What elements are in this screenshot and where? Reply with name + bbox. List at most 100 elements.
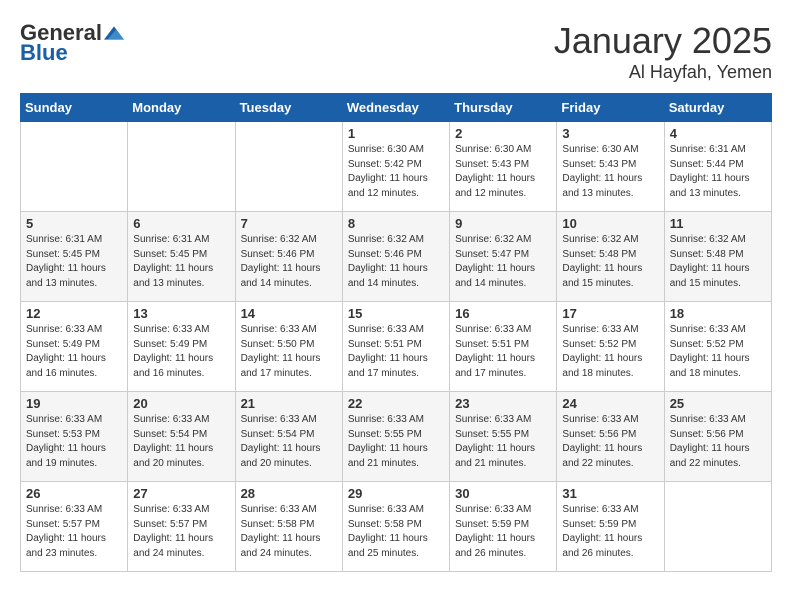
day-info: Sunrise: 6:32 AM Sunset: 5:47 PM Dayligh… <box>455 233 551 291</box>
day-info: Sunrise: 6:33 AM Sunset: 5:49 PM Dayligh… <box>26 323 122 381</box>
day-number: 15 <box>348 306 444 321</box>
day-cell: 5 Sunrise: 6:31 AM Sunset: 5:45 PM Daylig… <box>21 212 128 302</box>
day-info: Sunrise: 6:33 AM Sunset: 5:54 PM Dayligh… <box>241 413 337 471</box>
day-number: 13 <box>133 306 229 321</box>
day-info: Sunrise: 6:31 AM Sunset: 5:45 PM Dayligh… <box>133 233 229 291</box>
day-cell: 9Sunrise: 6:32 AM Sunset: 5:47 PM Daylig… <box>450 212 557 302</box>
day-cell: 18Sunrise: 6:33 AM Sunset: 5:52 PM Dayli… <box>664 302 771 392</box>
header-tuesday: Tuesday <box>235 94 342 122</box>
day-number: 28 <box>241 486 337 501</box>
header-saturday: Saturday <box>664 94 771 122</box>
day-cell: 25Sunrise: 6:33 AM Sunset: 5:56 PM Dayli… <box>664 392 771 482</box>
day-info: Sunrise: 6:33 AM Sunset: 5:54 PM Dayligh… <box>133 413 229 471</box>
day-info: Sunrise: 6:33 AM Sunset: 5:52 PM Dayligh… <box>670 323 766 381</box>
header-wednesday: Wednesday <box>342 94 449 122</box>
day-cell: 17Sunrise: 6:33 AM Sunset: 5:52 PM Dayli… <box>557 302 664 392</box>
day-cell: 11 Sunrise: 6:32 AM Sunset: 5:48 PM Dayli… <box>664 212 771 302</box>
month-title: January 2025 <box>554 20 772 62</box>
day-info: Sunrise: 6:33 AM Sunset: 5:56 PM Dayligh… <box>562 413 658 471</box>
day-info: Sunrise: 6:33 AM Sunset: 5:55 PM Dayligh… <box>348 413 444 471</box>
day-number: 29 <box>348 486 444 501</box>
day-info: Sunrise: 6:32 AM Sunset: 5:46 PM Dayligh… <box>348 233 444 291</box>
day-cell: 30 Sunrise: 6:33 AM Sunset: 5:59 PM Dayli… <box>450 482 557 572</box>
location-title: Al Hayfah, Yemen <box>554 62 772 83</box>
day-cell <box>128 122 235 212</box>
day-cell: 14Sunrise: 6:33 AM Sunset: 5:50 PM Dayli… <box>235 302 342 392</box>
day-cell: 20 Sunrise: 6:33 AM Sunset: 5:54 PM Dayli… <box>128 392 235 482</box>
day-cell: 13Sunrise: 6:33 AM Sunset: 5:49 PM Dayli… <box>128 302 235 392</box>
day-cell <box>664 482 771 572</box>
day-number: 2 <box>455 126 551 141</box>
page-header: General Blue January 2025 Al Hayfah, Yem… <box>20 20 772 83</box>
day-cell: 1 Sunrise: 6:30 AM Sunset: 5:42 PM Daylig… <box>342 122 449 212</box>
day-info: Sunrise: 6:33 AM Sunset: 5:57 PM Dayligh… <box>133 503 229 561</box>
day-cell: 10 Sunrise: 6:32 AM Sunset: 5:48 PM Dayli… <box>557 212 664 302</box>
day-number: 10 <box>562 216 658 231</box>
day-info: Sunrise: 6:33 AM Sunset: 5:51 PM Dayligh… <box>455 323 551 381</box>
day-number: 12 <box>26 306 122 321</box>
day-info: Sunrise: 6:33 AM Sunset: 5:51 PM Dayligh… <box>348 323 444 381</box>
day-number: 22 <box>348 396 444 411</box>
week-row-5: 26 Sunrise: 6:33 AM Sunset: 5:57 PM Dayli… <box>21 482 772 572</box>
day-number: 23 <box>455 396 551 411</box>
week-row-3: 12 Sunrise: 6:33 AM Sunset: 5:49 PM Dayli… <box>21 302 772 392</box>
day-cell: 7 Sunrise: 6:32 AM Sunset: 5:46 PM Daylig… <box>235 212 342 302</box>
day-number: 21 <box>241 396 337 411</box>
day-info: Sunrise: 6:32 AM Sunset: 5:48 PM Dayligh… <box>670 233 766 291</box>
title-block: January 2025 Al Hayfah, Yemen <box>554 20 772 83</box>
week-row-4: 19Sunrise: 6:33 AM Sunset: 5:53 PM Dayli… <box>21 392 772 482</box>
day-cell: 3 Sunrise: 6:30 AM Sunset: 5:43 PM Daylig… <box>557 122 664 212</box>
day-number: 20 <box>133 396 229 411</box>
day-cell: 21 Sunrise: 6:33 AM Sunset: 5:54 PM Dayli… <box>235 392 342 482</box>
day-info: Sunrise: 6:33 AM Sunset: 5:58 PM Dayligh… <box>241 503 337 561</box>
day-cell: 2 Sunrise: 6:30 AM Sunset: 5:43 PM Daylig… <box>450 122 557 212</box>
day-info: Sunrise: 6:31 AM Sunset: 5:45 PM Dayligh… <box>26 233 122 291</box>
day-number: 27 <box>133 486 229 501</box>
header-sunday: Sunday <box>21 94 128 122</box>
day-cell <box>235 122 342 212</box>
day-number: 3 <box>562 126 658 141</box>
day-number: 5 <box>26 216 122 231</box>
day-info: Sunrise: 6:33 AM Sunset: 5:58 PM Dayligh… <box>348 503 444 561</box>
header-monday: Monday <box>128 94 235 122</box>
day-info: Sunrise: 6:31 AM Sunset: 5:44 PM Dayligh… <box>670 143 766 201</box>
day-number: 8 <box>348 216 444 231</box>
day-cell: 24 Sunrise: 6:33 AM Sunset: 5:56 PM Dayli… <box>557 392 664 482</box>
day-cell: 19Sunrise: 6:33 AM Sunset: 5:53 PM Dayli… <box>21 392 128 482</box>
day-info: Sunrise: 6:33 AM Sunset: 5:59 PM Dayligh… <box>455 503 551 561</box>
day-info: Sunrise: 6:33 AM Sunset: 5:55 PM Dayligh… <box>455 413 551 471</box>
day-cell: 8 Sunrise: 6:32 AM Sunset: 5:46 PM Daylig… <box>342 212 449 302</box>
day-number: 6 <box>133 216 229 231</box>
day-number: 31 <box>562 486 658 501</box>
day-number: 30 <box>455 486 551 501</box>
day-number: 25 <box>670 396 766 411</box>
day-number: 11 <box>670 216 766 231</box>
day-info: Sunrise: 6:33 AM Sunset: 5:53 PM Dayligh… <box>26 413 122 471</box>
day-info: Sunrise: 6:30 AM Sunset: 5:43 PM Dayligh… <box>455 143 551 201</box>
week-row-2: 5 Sunrise: 6:31 AM Sunset: 5:45 PM Daylig… <box>21 212 772 302</box>
day-number: 24 <box>562 396 658 411</box>
day-cell: 22 Sunrise: 6:33 AM Sunset: 5:55 PM Dayli… <box>342 392 449 482</box>
day-cell: 6 Sunrise: 6:31 AM Sunset: 5:45 PM Daylig… <box>128 212 235 302</box>
day-cell: 29 Sunrise: 6:33 AM Sunset: 5:58 PM Dayli… <box>342 482 449 572</box>
day-cell <box>21 122 128 212</box>
day-cell: 4Sunrise: 6:31 AM Sunset: 5:44 PM Daylig… <box>664 122 771 212</box>
day-info: Sunrise: 6:32 AM Sunset: 5:48 PM Dayligh… <box>562 233 658 291</box>
day-cell: 15 Sunrise: 6:33 AM Sunset: 5:51 PM Dayli… <box>342 302 449 392</box>
day-number: 26 <box>26 486 122 501</box>
day-cell: 28 Sunrise: 6:33 AM Sunset: 5:58 PM Dayli… <box>235 482 342 572</box>
week-row-1: 1 Sunrise: 6:30 AM Sunset: 5:42 PM Daylig… <box>21 122 772 212</box>
day-info: Sunrise: 6:30 AM Sunset: 5:43 PM Dayligh… <box>562 143 658 201</box>
logo-blue-text: Blue <box>20 40 68 66</box>
weekday-header-row: Sunday Monday Tuesday Wednesday Thursday… <box>21 94 772 122</box>
day-info: Sunrise: 6:33 AM Sunset: 5:50 PM Dayligh… <box>241 323 337 381</box>
day-number: 1 <box>348 126 444 141</box>
day-number: 7 <box>241 216 337 231</box>
day-cell: 31Sunrise: 6:33 AM Sunset: 5:59 PM Dayli… <box>557 482 664 572</box>
day-info: Sunrise: 6:32 AM Sunset: 5:46 PM Dayligh… <box>241 233 337 291</box>
day-info: Sunrise: 6:30 AM Sunset: 5:42 PM Dayligh… <box>348 143 444 201</box>
day-cell: 16Sunrise: 6:33 AM Sunset: 5:51 PM Dayli… <box>450 302 557 392</box>
header-friday: Friday <box>557 94 664 122</box>
day-info: Sunrise: 6:33 AM Sunset: 5:57 PM Dayligh… <box>26 503 122 561</box>
logo-icon <box>104 23 124 43</box>
